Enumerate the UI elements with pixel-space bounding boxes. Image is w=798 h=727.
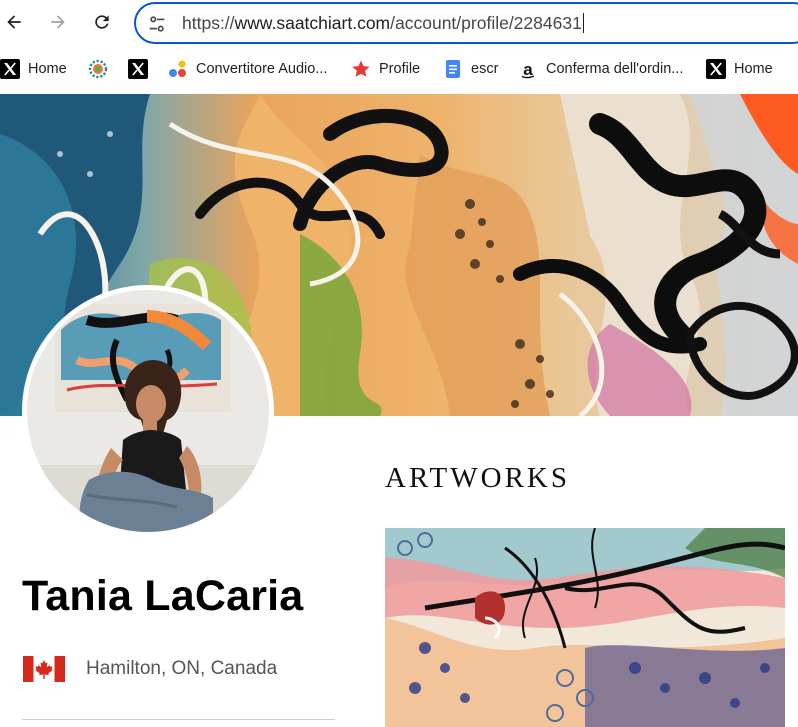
star-icon <box>351 59 371 79</box>
gear-flower-icon <box>88 59 108 79</box>
reload-icon <box>95 15 109 29</box>
bookmark-gear-flower[interactable] <box>88 58 116 80</box>
bookmarks-bar: Home Convertitore Audio... Profile escr … <box>0 48 798 92</box>
url-scheme: https:// <box>182 13 235 33</box>
svg-text:a: a <box>523 60 533 79</box>
arrow-right-icon <box>51 15 65 29</box>
dots-icon <box>168 59 188 79</box>
artworks-heading: ARTWORKS <box>385 462 570 494</box>
bookmark-label: Profile <box>379 61 421 77</box>
canada-flag-icon <box>23 656 65 682</box>
bookmark-convertitore[interactable]: Convertitore Audio... <box>168 58 327 80</box>
bookmark-label: escr <box>471 61 499 77</box>
reload-button[interactable] <box>88 8 116 36</box>
site-settings-icon[interactable] <box>146 13 168 35</box>
bookmark-label: Conferma dell'ordin... <box>546 61 684 77</box>
a-icon: a <box>518 59 538 79</box>
forward-button[interactable] <box>44 8 72 36</box>
docs-icon <box>443 59 463 79</box>
bookmark-label: Home <box>734 61 773 77</box>
arrow-left-icon <box>7 15 21 29</box>
url-host: www.saatchiart.com <box>234 13 391 33</box>
bookmark-home-1[interactable]: Home <box>0 58 67 80</box>
browser-toolbar: https://www.saatchiart.com/account/profi… <box>0 0 798 48</box>
profile-divider <box>22 719 335 720</box>
artwork-thumbnail[interactable] <box>385 528 785 727</box>
bookmark-conferma[interactable]: a Conferma dell'ordin... <box>518 58 683 80</box>
text-caret <box>582 13 584 33</box>
back-button[interactable] <box>0 8 28 36</box>
x-icon <box>706 59 726 79</box>
url-text[interactable]: https://www.saatchiart.com/account/profi… <box>182 13 584 34</box>
bookmark-escr[interactable]: escr <box>443 58 498 80</box>
artist-location: Hamilton, ON, Canada <box>86 658 278 679</box>
bookmark-label: Home <box>28 61 67 77</box>
address-bar[interactable]: https://www.saatchiart.com/account/profi… <box>134 2 798 44</box>
profile-avatar[interactable] <box>22 285 274 537</box>
x-icon <box>128 59 148 79</box>
bookmark-label: Convertitore Audio... <box>196 61 328 77</box>
bookmark-profile[interactable]: Profile <box>351 58 420 80</box>
bookmark-home-2[interactable]: Home <box>706 58 773 80</box>
artist-name: Tania LaCaria <box>22 572 304 620</box>
x-icon <box>0 59 20 79</box>
url-path: /account/profile/2284631 <box>390 13 582 33</box>
bookmark-x[interactable] <box>128 58 156 80</box>
